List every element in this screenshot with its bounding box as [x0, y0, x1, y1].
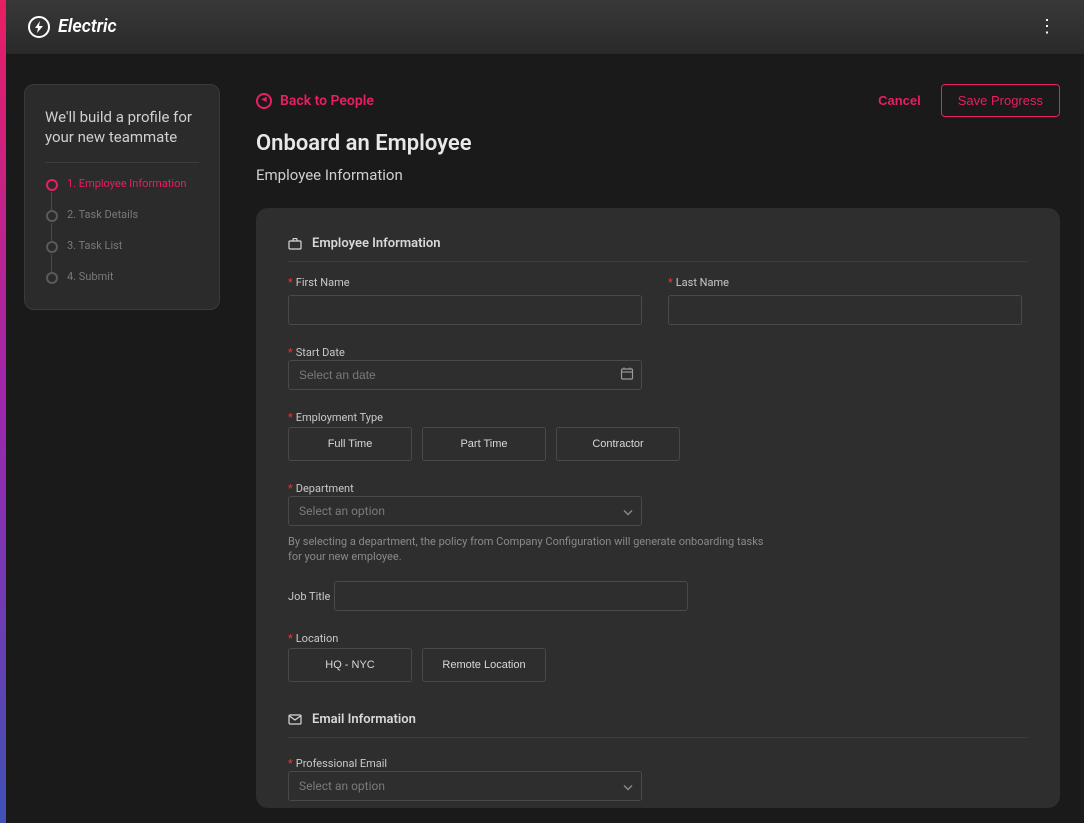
email-info-section-header: Email Information — [288, 712, 1028, 738]
page-title: Onboard an Employee — [256, 131, 1060, 156]
save-progress-button[interactable]: Save Progress — [941, 84, 1060, 117]
step-2[interactable]: 2. Task Details — [45, 208, 199, 221]
page-subtitle: Employee Information — [256, 166, 1060, 184]
gradient-edge — [0, 0, 6, 823]
employee-info-section-header: Employee Information — [288, 236, 1028, 262]
location-remote[interactable]: Remote Location — [422, 648, 546, 682]
step-progress-card: We'll build a profile for your new teamm… — [24, 84, 220, 310]
brand-name: Electric — [58, 16, 117, 37]
first-name-input[interactable] — [288, 295, 642, 325]
brand-logo[interactable]: Electric — [28, 16, 117, 38]
form-card: Employee Information *First Name *Last N… — [256, 208, 1060, 808]
department-helper: By selecting a department, the policy fr… — [288, 534, 768, 565]
back-arrow-icon: ◄ — [256, 93, 272, 109]
last-name-field: *Last Name — [668, 276, 1022, 325]
department-select[interactable]: Select an option — [288, 496, 642, 526]
sidebar: We'll build a profile for your new teamm… — [24, 84, 220, 823]
first-name-field: *First Name — [288, 276, 642, 325]
step-4[interactable]: 4. Submit — [45, 270, 199, 283]
job-title-input[interactable] — [334, 581, 688, 611]
start-date-input[interactable] — [288, 360, 642, 390]
bolt-icon — [28, 16, 50, 38]
step-3[interactable]: 3. Task List — [45, 239, 199, 252]
employment-type-parttime[interactable]: Part Time — [422, 427, 546, 461]
step-card-title: We'll build a profile for your new teamm… — [45, 107, 199, 163]
app-header: Electric ⋮ — [0, 0, 1084, 54]
cancel-button[interactable]: Cancel — [878, 93, 921, 108]
mail-icon — [288, 712, 302, 726]
professional-email-select[interactable]: Select an option — [288, 771, 642, 801]
location-hq[interactable]: HQ - NYC — [288, 648, 412, 682]
employment-type-fulltime[interactable]: Full Time — [288, 427, 412, 461]
main-content: ◄ Back to People Cancel Save Progress On… — [256, 84, 1060, 823]
step-1[interactable]: 1. Employee Information — [45, 177, 199, 190]
kebab-menu-icon[interactable]: ⋮ — [1034, 12, 1060, 41]
employment-type-contractor[interactable]: Contractor — [556, 427, 680, 461]
back-to-people-link[interactable]: ◄ Back to People — [256, 93, 374, 109]
last-name-input[interactable] — [668, 295, 1022, 325]
briefcase-icon — [288, 237, 302, 251]
